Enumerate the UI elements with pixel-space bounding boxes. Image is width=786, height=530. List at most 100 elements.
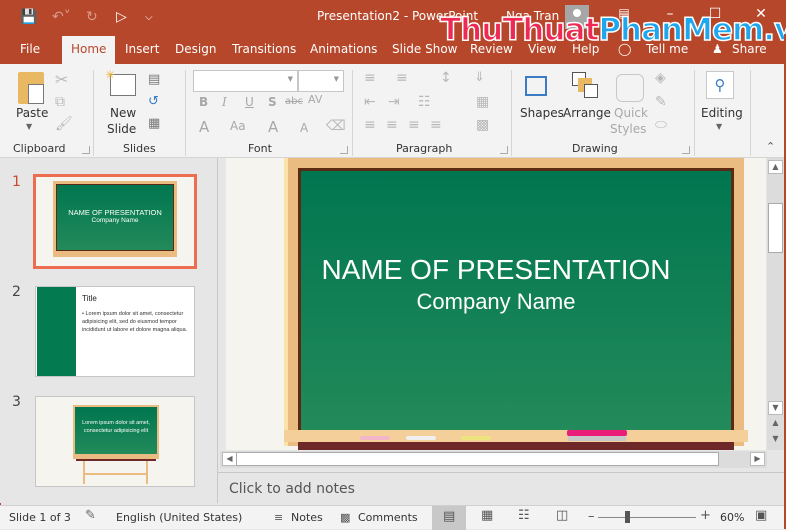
scroll-right-button[interactable]: ▶ [750, 452, 765, 466]
underline-button[interactable]: U [245, 95, 254, 109]
new-slide-button[interactable]: New [110, 106, 136, 120]
zoom-out-button[interactable]: – [588, 509, 595, 524]
scroll-up-button[interactable]: ▲ [768, 160, 783, 174]
font-name-select[interactable]: ▼ [193, 70, 298, 92]
zoom-level[interactable]: 60% [720, 511, 744, 524]
tab-transitions[interactable]: Transitions [232, 42, 296, 56]
notes-placeholder[interactable]: Click to add notes [229, 481, 355, 497]
scroll-left-button[interactable]: ◀ [222, 452, 237, 466]
notes-button[interactable]: Notes [291, 511, 323, 524]
search-icon[interactable]: ⚲ [706, 71, 734, 99]
font-color-button[interactable]: A [199, 118, 209, 136]
decrease-font-size-button[interactable]: A [300, 121, 308, 135]
tab-insert[interactable]: Insert [125, 42, 159, 56]
font-launcher-icon[interactable] [340, 146, 348, 154]
align-center-icon[interactable]: ≡ [386, 117, 398, 133]
columns-icon[interactable]: ☷ [418, 94, 431, 110]
paragraph-launcher-icon[interactable] [500, 146, 508, 154]
slide-sorter-icon[interactable]: ▦ [481, 508, 493, 523]
slide-editor[interactable]: NAME OF PRESENTATION Company Name [226, 158, 766, 450]
fit-to-window-icon[interactable]: ▣ [755, 508, 767, 523]
strikethrough-button[interactable]: abc [285, 96, 303, 107]
start-from-beginning-icon[interactable]: ▷ [116, 8, 127, 26]
shape-fill-icon[interactable]: ◈ [655, 70, 666, 86]
undo-icon[interactable]: ↶˅ [52, 8, 71, 26]
scroll-down-button[interactable]: ▼ [768, 401, 783, 415]
text-direction-icon[interactable]: ⇓ [474, 70, 485, 85]
comments-icon[interactable]: ▩ [340, 511, 350, 524]
italic-button[interactable]: I [222, 95, 227, 109]
reset-icon[interactable]: ↺ [148, 94, 159, 109]
horizontal-scroll-thumb[interactable] [236, 452, 719, 466]
format-painter-icon[interactable]: 🖌 [55, 116, 73, 132]
justify-icon[interactable]: ≡ [430, 117, 442, 133]
increase-font-size-button[interactable]: A [268, 118, 278, 136]
next-slide-button[interactable]: ▼ [768, 433, 783, 447]
zoom-in-button[interactable]: + [700, 508, 711, 523]
change-case-button[interactable]: Aa [230, 119, 246, 133]
horizontal-scrollbar[interactable]: ◀ ▶ [220, 451, 767, 468]
shape-outline-icon[interactable]: ✎ [655, 94, 667, 110]
tab-home[interactable]: Home [62, 36, 116, 64]
drawing-launcher-icon[interactable] [682, 146, 690, 154]
shapes-button[interactable]: Shapes [520, 106, 564, 120]
quick-styles-icon[interactable] [616, 74, 644, 102]
reading-view-icon[interactable]: ☷ [518, 508, 530, 523]
numbering-icon[interactable]: ≡ [396, 70, 408, 86]
tab-file[interactable]: File [20, 42, 40, 56]
decrease-indent-icon[interactable]: ⇤ [364, 94, 376, 110]
layout-icon[interactable]: ▤ [148, 72, 160, 87]
tab-animations[interactable]: Animations [310, 42, 377, 56]
slide-title[interactable]: NAME OF PRESENTATION [226, 254, 766, 286]
copy-icon[interactable]: ⧉ [55, 94, 65, 110]
align-right-icon[interactable]: ≡ [408, 117, 420, 133]
customize-quick-access-icon[interactable]: ⌵ [145, 8, 153, 26]
shadow-button[interactable]: S [268, 95, 277, 109]
tab-design[interactable]: Design [175, 42, 216, 56]
section-icon[interactable]: ▦ [148, 116, 160, 131]
smartart-icon[interactable]: ▩ [476, 117, 489, 133]
editing-dropdown-icon[interactable]: ▼ [716, 122, 722, 131]
zoom-slider-thumb[interactable] [625, 511, 631, 523]
quick-styles-button[interactable]: Quick [614, 106, 648, 120]
save-icon[interactable]: 💾 [20, 8, 37, 26]
align-left-icon[interactable]: ≡ [364, 117, 376, 133]
new-slide-icon[interactable]: ✳ [105, 68, 136, 96]
paste-icon[interactable] [18, 72, 44, 104]
font-size-select[interactable]: ▼ [298, 70, 344, 92]
bullets-icon[interactable]: ≡ [364, 70, 376, 86]
collapse-ribbon-icon[interactable]: ⌃ [766, 140, 775, 153]
notes-pane[interactable]: Click to add notes [218, 472, 786, 504]
character-spacing-button[interactable]: AV [308, 93, 322, 106]
language-indicator[interactable]: English (United States) [116, 511, 242, 524]
redo-icon[interactable]: ↻ [86, 8, 98, 26]
bold-button[interactable]: B [199, 95, 208, 109]
slide-thumbnail-1[interactable]: NAME OF PRESENTATION Company Name [33, 174, 197, 269]
shapes-icon[interactable] [525, 76, 547, 96]
clipboard-launcher-icon[interactable] [82, 146, 90, 154]
scroll-thumb[interactable] [768, 203, 783, 253]
paste-dropdown-icon[interactable]: ▼ [26, 122, 32, 131]
quick-styles-label[interactable]: Styles [610, 122, 646, 136]
slide-thumbnail-2[interactable]: Title • Lorem ipsum dolor sit amet, cons… [35, 286, 195, 377]
paste-button[interactable]: Paste [16, 106, 48, 120]
zoom-slider[interactable] [598, 517, 696, 518]
slide-subtitle[interactable]: Company Name [226, 289, 766, 315]
line-spacing-icon[interactable]: ↕ [440, 70, 452, 86]
increase-indent-icon[interactable]: ⇥ [388, 94, 400, 110]
vertical-scrollbar[interactable]: ▲ ▼ ▲ ▼ [767, 158, 784, 450]
previous-slide-button[interactable]: ▲ [768, 417, 783, 431]
shape-effects-icon[interactable]: ⬭ [655, 117, 667, 133]
new-slide-label[interactable]: Slide [107, 122, 136, 136]
cut-icon[interactable]: ✂ [55, 70, 68, 89]
comments-button[interactable]: Comments [358, 511, 418, 524]
spell-check-icon[interactable]: ✎ [85, 508, 96, 523]
align-text-icon[interactable]: ▦ [476, 94, 489, 110]
editing-button[interactable]: Editing [701, 106, 743, 120]
normal-view-button[interactable]: ▤ [432, 506, 466, 530]
slide-show-icon[interactable]: ◫ [556, 508, 568, 523]
arrange-button[interactable]: Arrange [563, 106, 611, 120]
notes-icon[interactable]: ≡ [274, 511, 283, 524]
clear-formatting-icon[interactable]: ⌫ [326, 118, 346, 134]
slide-thumbnail-3[interactable]: Lorem ipsum dolor sit amet, consectetur … [35, 396, 195, 487]
